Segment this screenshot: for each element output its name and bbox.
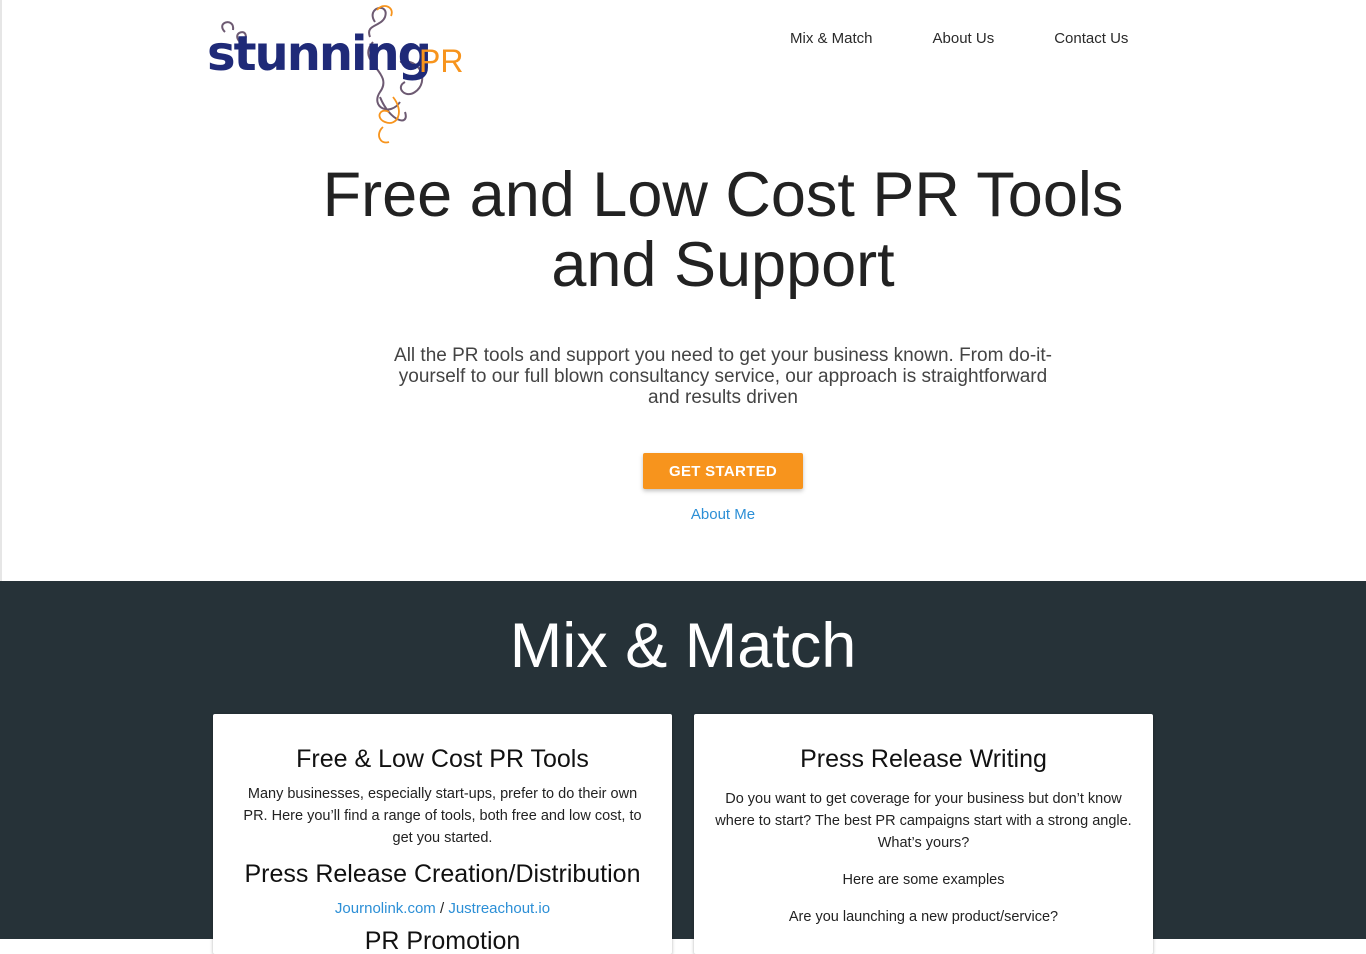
mix-match-title: Mix & Match bbox=[509, 611, 857, 681]
justreachout-link[interactable]: Justreachout.io bbox=[448, 900, 550, 917]
hero-title-line2: and Support bbox=[551, 230, 895, 300]
site-header: stunning PR Mix & Match About Us Contact… bbox=[0, 0, 1366, 150]
nav-item-mix-match[interactable]: Mix & Match bbox=[760, 30, 903, 48]
examples-intro: Here are some examples bbox=[842, 872, 1005, 888]
about-me-link[interactable]: About Me bbox=[623, 506, 823, 523]
mix-match-section: Mix & Match Free & Low Cost PR Tools Man… bbox=[0, 581, 1366, 954]
logo-graphic: stunning PR bbox=[207, 5, 463, 144]
hero-title: Free and Low Cost PR Tools and Support bbox=[283, 160, 1163, 300]
press-release-writing-description: Do you want to get coverage for your bus… bbox=[715, 791, 1132, 851]
pr-tools-card: Free & Low Cost PR Tools Many businesses… bbox=[213, 714, 672, 954]
distribution-links: Journolink.com / Justreachout.io bbox=[213, 898, 672, 920]
pr-tools-card-description: Many businesses, especially start-ups, p… bbox=[243, 786, 642, 846]
stunningpr-logo[interactable]: stunning PR bbox=[205, 2, 480, 150]
nav-item-contact-us[interactable]: Contact Us bbox=[1024, 30, 1158, 48]
press-release-distribution-heading: Press Release Creation/Distribution bbox=[244, 860, 641, 888]
nav-item-about-us[interactable]: About Us bbox=[903, 30, 1025, 48]
hero-title-line1: Free and Low Cost PR Tools bbox=[322, 160, 1124, 230]
press-release-writing-title: Press Release Writing bbox=[800, 745, 1047, 773]
pr-promotion-heading: PR Promotion bbox=[364, 927, 521, 954]
get-started-button[interactable]: GET STARTED bbox=[643, 453, 803, 489]
link-separator: / bbox=[435, 900, 449, 917]
svg-text:PR: PR bbox=[419, 43, 463, 79]
main-nav: Mix & Match About Us Contact Us bbox=[760, 30, 1158, 48]
pr-tools-card-title: Free & Low Cost PR Tools bbox=[296, 745, 589, 773]
journolink-link[interactable]: Journolink.com bbox=[335, 900, 436, 917]
example-question: Are you launching a new product/service? bbox=[788, 909, 1059, 925]
svg-text:stunning: stunning bbox=[207, 26, 430, 82]
hero-subtitle: All the PR tools and support you need to… bbox=[394, 345, 1052, 408]
press-release-writing-card: Press Release Writing Do you want to get… bbox=[694, 714, 1153, 954]
